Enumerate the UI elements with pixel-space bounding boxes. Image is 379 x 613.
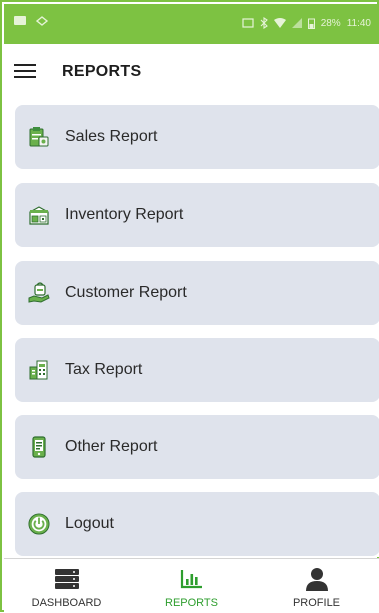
app-header: REPORTS <box>4 44 379 103</box>
customer-report-button[interactable]: Customer Report <box>15 261 379 325</box>
server-icon <box>54 567 80 591</box>
other-report-label: Other Report <box>65 438 158 455</box>
sales-report-button[interactable]: Sales Report <box>15 105 379 169</box>
hamburger-menu-icon[interactable] <box>14 61 36 83</box>
screen-icon <box>242 18 254 28</box>
status-left-icons <box>14 16 50 26</box>
reports-list: Sales Report Inventory Report Customer R… <box>4 102 379 557</box>
bluetooth-icon <box>260 17 268 29</box>
battery-icon <box>307 18 315 29</box>
customer-report-label: Customer Report <box>65 284 187 301</box>
tax-report-button[interactable]: Tax Report <box>15 338 379 402</box>
logout-label: Logout <box>65 515 114 532</box>
inventory-report-button[interactable]: Inventory Report <box>15 183 379 247</box>
sales-report-icon <box>28 126 50 148</box>
logout-button[interactable]: Logout <box>15 492 379 556</box>
signal-icon <box>291 18 302 28</box>
app-frame: 28% 11:40 REPORTS Sales Report Inventory… <box>0 0 379 613</box>
other-report-button[interactable]: Other Report <box>15 415 379 479</box>
person-icon <box>305 567 329 591</box>
nav-profile-label: PROFILE <box>292 597 341 609</box>
nav-reports-label: REPORTS <box>165 597 218 609</box>
nav-reports[interactable]: REPORTS <box>129 559 254 613</box>
inventory-report-icon <box>28 204 50 226</box>
bar-chart-icon <box>179 567 205 591</box>
sales-report-label: Sales Report <box>65 128 158 145</box>
nav-dashboard-label: DASHBOARD <box>31 597 102 609</box>
logout-icon <box>28 513 50 535</box>
other-report-icon <box>28 436 50 458</box>
nav-dashboard[interactable]: DASHBOARD <box>4 559 129 613</box>
tax-report-icon <box>28 359 50 381</box>
page-title: REPORTS <box>62 63 142 80</box>
inventory-report-label: Inventory Report <box>65 206 184 223</box>
nav-profile[interactable]: PROFILE <box>254 559 379 613</box>
status-bar: 28% 11:40 <box>4 4 379 44</box>
cast-icon <box>36 16 49 26</box>
battery-level: 28% <box>320 17 341 29</box>
customer-report-icon <box>28 282 50 304</box>
clock: 11:40 <box>346 17 371 29</box>
notification-icon <box>14 16 26 25</box>
tax-report-label: Tax Report <box>65 361 143 378</box>
bottom-navigation: DASHBOARD REPORTS PROFILE <box>4 558 379 613</box>
status-right-icons: 28% 11:40 <box>242 17 371 29</box>
wifi-icon <box>273 18 286 28</box>
